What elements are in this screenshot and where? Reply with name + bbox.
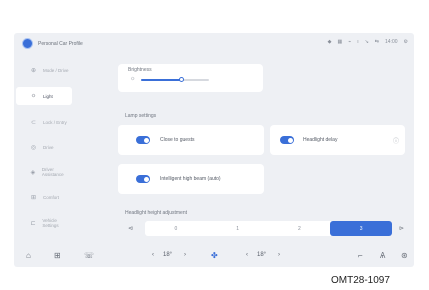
sidebar-item-light[interactable]: ☼ Light — [16, 87, 72, 105]
mobile-data-icon: ⌁ — [348, 39, 352, 45]
sun-icon: ☼ — [130, 76, 136, 82]
info-icon[interactable]: ⓘ — [393, 136, 399, 145]
sidebar-item-label: Driver Assistance — [41, 167, 64, 177]
signal-icon: ı — [357, 39, 359, 45]
headlight-height-title: Headlight height adjustment — [125, 210, 187, 216]
close-to-guests-toggle[interactable] — [136, 136, 150, 144]
right-temp-increase[interactable]: › — [278, 252, 280, 258]
sidebar-item-label: Comfort — [43, 194, 60, 200]
toggle-card-intelligent-high-beam[interactable]: Intelligent high beam (auto) — [118, 164, 264, 194]
brightness-card: Brightness ☼ — [118, 64, 263, 92]
defrost-icon[interactable]: Ѧ — [380, 251, 385, 260]
vehicle-icon: ⊏ — [30, 220, 36, 227]
sidebar-item-label: Vehicle Settings — [42, 218, 59, 228]
lamp-section-title: Lamp settings — [125, 113, 157, 119]
sidebar-item-assist[interactable]: ◈ Driver Assistance — [16, 163, 72, 181]
profile-name: Personal Car Profile — [38, 40, 83, 47]
close-to-guests-label: Close to guests — [160, 137, 195, 143]
bluetooth-icon: ▦ — [337, 39, 343, 45]
apps-icon[interactable]: ⊞ — [54, 251, 61, 260]
avatar — [22, 38, 33, 49]
brightness-title: Brightness — [128, 67, 152, 73]
home-icon[interactable]: ⌂ — [26, 251, 31, 260]
headlight-low-icon: ⊲ — [128, 226, 134, 232]
sidebar-item-vehicle[interactable]: ⊏ Vehicle Settings — [16, 214, 72, 232]
profile-button[interactable]: Personal Car Profile — [22, 38, 83, 49]
sidebar-item-comfort[interactable]: ⊞ Comfort — [16, 188, 72, 206]
height-option[interactable]: 3 — [330, 221, 392, 236]
toggle-card-close-to-guests[interactable]: Close to guests — [118, 125, 264, 155]
sidebar-item-label: Lock / Entry — [43, 119, 67, 125]
headlight-high-icon: ⊳ — [399, 226, 405, 232]
light-icon: ☼ — [30, 93, 37, 99]
steering-icon: ◎ — [30, 144, 37, 151]
left-temperature: 18° — [163, 252, 173, 258]
bottom-bar: ⌂ ⊞ ☏ ‹ 18° › ✤ ‹ 18° › ⌐ Ѧ ⊛ — [14, 246, 414, 267]
right-temp-decrease[interactable]: ‹ — [246, 252, 248, 258]
seat-icon: ⊞ — [30, 194, 37, 201]
intelligent-high-beam-toggle[interactable] — [136, 175, 150, 183]
phone-icon[interactable]: ☏ — [84, 251, 94, 260]
brightness-slider-thumb[interactable] — [179, 77, 185, 82]
left-temp-decrease[interactable]: ‹ — [152, 252, 154, 258]
figure-caption: OMT28-1097 — [331, 275, 390, 286]
sidebar-item-mode[interactable]: ⊕ Mode / Drive — [16, 61, 72, 79]
status-icons: ◆ ▦ ⌁ ı ↘ ⇆ 14:00 ⚙ — [328, 39, 408, 45]
headlight-delay-label: Headlight delay — [303, 137, 338, 143]
assist-icon: ◈ — [30, 169, 36, 176]
lock-icon: ⊂ — [30, 119, 37, 126]
brightness-slider-fill — [141, 79, 182, 81]
headlight-delay-toggle[interactable] — [280, 136, 294, 144]
right-temperature: 18° — [257, 252, 267, 258]
settings-sidebar: ⊕ Mode / Drive ☼ Light ⊂ Lock / Entry ◎ … — [14, 57, 74, 233]
volume-icon: ↘ — [364, 39, 369, 45]
seat-heating-icon[interactable]: ⌐ — [358, 251, 363, 260]
connection-icon: ⇆ — [374, 39, 379, 45]
brightness-slider[interactable] — [141, 77, 209, 82]
infotainment-screen: Personal Car Profile ◆ ▦ ⌁ ı ↘ ⇆ 14:00 ⚙… — [14, 33, 414, 267]
height-option[interactable]: 0 — [145, 221, 207, 236]
sidebar-item-label: Mode / Drive — [43, 67, 69, 73]
toggle-card-headlight-delay[interactable]: Headlight delay ⓘ — [270, 125, 405, 155]
sidebar-item-label: Light — [43, 93, 53, 99]
height-option[interactable]: 1 — [207, 221, 269, 236]
climate-settings-icon[interactable]: ⊛ — [401, 251, 408, 260]
sidebar-item-drive[interactable]: ◎ Drive — [16, 138, 72, 156]
intelligent-high-beam-label: Intelligent high beam (auto) — [160, 176, 221, 182]
height-option[interactable]: 2 — [269, 221, 331, 236]
headlight-height-selector[interactable]: 0 1 2 3 — [145, 221, 392, 236]
time-text: 14:00 — [385, 39, 398, 45]
left-temp-increase[interactable]: › — [184, 252, 186, 258]
car-icon: ⊕ — [30, 67, 37, 74]
top-bar: Personal Car Profile ◆ ▦ ⌁ ı ↘ ⇆ 14:00 ⚙ — [14, 33, 414, 55]
wifi-icon: ◆ — [327, 39, 332, 45]
fan-icon[interactable]: ✤ — [211, 251, 218, 260]
settings-icon[interactable]: ⚙ — [404, 39, 408, 45]
sidebar-item-lock[interactable]: ⊂ Lock / Entry — [16, 113, 72, 131]
sidebar-item-label: Drive — [43, 144, 54, 150]
